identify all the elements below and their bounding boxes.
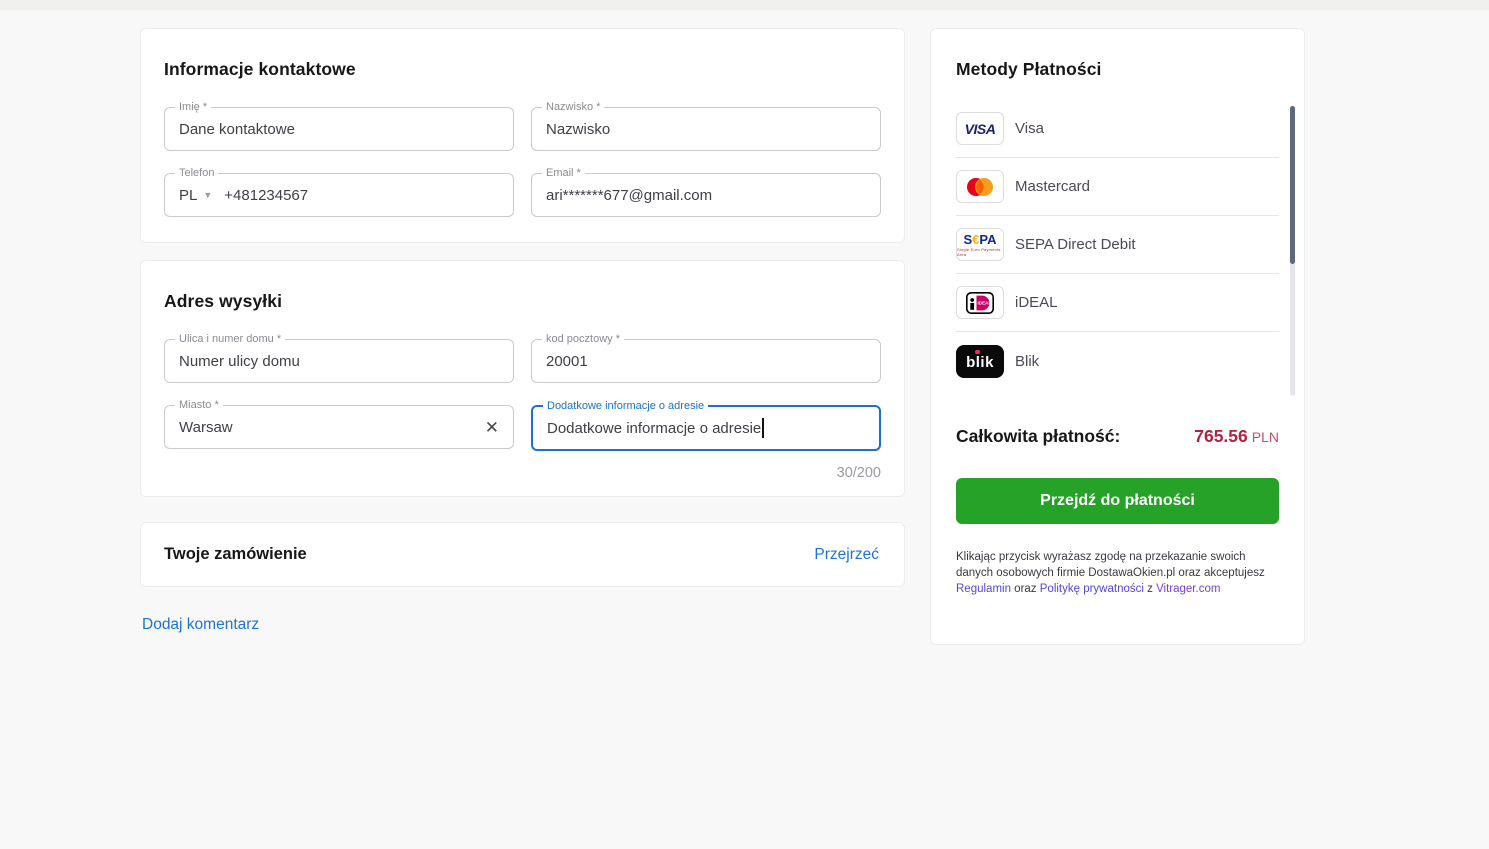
phone-value: +481234567 xyxy=(224,186,309,204)
city-value: Warsaw xyxy=(179,418,233,436)
visa-icon-text: VISA xyxy=(964,120,996,137)
payment-methods-list: VISA Visa Mastercard S€PA Single Euro Pa… xyxy=(956,100,1279,390)
payment-label: Mastercard xyxy=(1015,178,1091,195)
postal-code-field[interactable]: kod pocztowy * 20001 xyxy=(531,333,881,383)
payment-label: SEPA Direct Debit xyxy=(1015,236,1136,253)
blik-icon-text: blik xyxy=(966,354,994,371)
chevron-down-icon[interactable]: ▼ xyxy=(203,190,212,200)
scrollbar-thumb[interactable] xyxy=(1290,106,1295,264)
sepa-icon: S€PA Single Euro Payments Area xyxy=(956,228,1004,261)
first-name-label: Imię * xyxy=(175,101,212,113)
postal-code-value: 20001 xyxy=(546,352,588,370)
email-label: Email * xyxy=(542,167,585,179)
payment-row-visa[interactable]: VISA Visa xyxy=(956,100,1279,158)
payment-row-sepa[interactable]: S€PA Single Euro Payments Area SEPA Dire… xyxy=(956,216,1279,274)
blik-icon: blik xyxy=(956,344,1004,378)
scrollbar-track[interactable] xyxy=(1290,106,1295,396)
legal-part3: z xyxy=(1143,582,1157,595)
street-label: Ulica i numer domu * xyxy=(175,333,286,345)
text-cursor xyxy=(762,418,764,438)
city-label: Miasto * xyxy=(175,399,223,411)
legal-part2: oraz xyxy=(1010,582,1040,595)
terms-link[interactable]: Regulamin xyxy=(956,583,1011,595)
address-extra-value: Dodatkowe informacje o adresie xyxy=(547,419,762,437)
legal-part1: Klikając przycisk wyrażasz zgodę na prze… xyxy=(956,551,1265,579)
phone-country-select[interactable]: PL xyxy=(179,187,197,204)
clear-city-icon[interactable]: ✕ xyxy=(485,419,499,436)
phone-label: Telefon xyxy=(175,167,219,179)
email-field[interactable]: Email * ari*******677@gmail.com xyxy=(531,167,881,217)
last-name-label: Nazwisko * xyxy=(542,101,605,113)
address-extra-field[interactable]: Dodatkowe informacje o adresie Dodatkowe… xyxy=(531,400,881,451)
order-summary-card: Twoje zamówienie Przejrzeć xyxy=(140,522,905,587)
total-payment-row: Całkowita płatność: 765.56 PLN xyxy=(956,426,1279,447)
mastercard-icon xyxy=(956,170,1004,203)
legal-text: Klikając przycisk wyrażasz zgodę na prze… xyxy=(956,550,1268,598)
payment-card-title: Metody Płatności xyxy=(956,59,1102,79)
total-currency: PLN xyxy=(1251,429,1279,445)
address-fields-grid: Ulica i numer domu * Numer ulicy domu ko… xyxy=(164,333,881,451)
checkout-form-column: Informacje kontaktowe Imię * Dane kontak… xyxy=(140,28,905,634)
total-payment-value: 765.56 PLN xyxy=(1194,426,1279,447)
review-order-link[interactable]: Przejrzeć xyxy=(814,546,879,564)
order-card-title: Twoje zamówienie xyxy=(164,545,307,563)
privacy-policy-link[interactable]: Politykę prywatności xyxy=(1040,583,1144,595)
payment-row-mastercard[interactable]: Mastercard xyxy=(956,158,1279,216)
postal-code-label: kod pocztowy * xyxy=(542,333,624,345)
first-name-field[interactable]: Imię * Dane kontaktowe xyxy=(164,101,514,151)
last-name-field[interactable]: Nazwisko * Nazwisko xyxy=(531,101,881,151)
payment-methods-card: Metody Płatności VISA Visa Mastercard S€… xyxy=(930,28,1305,645)
address-card-title: Adres wysyłki xyxy=(164,291,283,311)
sepa-icon-subtext: Single Euro Payments Area xyxy=(957,246,1001,257)
payment-label: Visa xyxy=(1015,120,1044,137)
address-extra-label: Dodatkowe informacje o adresie xyxy=(543,400,709,412)
total-payment-label: Całkowita płatność: xyxy=(956,426,1121,446)
email-value: ari*******677@gmail.com xyxy=(546,186,713,204)
street-field[interactable]: Ulica i numer domu * Numer ulicy domu xyxy=(164,333,514,383)
shipping-address-card: Adres wysyłki Ulica i numer domu * Numer… xyxy=(140,260,905,497)
add-comment-link[interactable]: Dodaj komentarz xyxy=(142,616,259,634)
contact-info-card: Informacje kontaktowe Imię * Dane kontak… xyxy=(140,28,905,243)
svg-text:iDEAL: iDEAL xyxy=(978,300,992,305)
city-field[interactable]: Miasto * Warsaw ✕ xyxy=(164,399,514,449)
payment-label: iDEAL xyxy=(1015,294,1058,311)
page-top-strip xyxy=(0,0,1489,10)
counter-wrap: 30/200 xyxy=(164,451,881,481)
vitrager-link[interactable]: Vitrager.com xyxy=(1156,583,1220,595)
phone-field[interactable]: Telefon PL ▼ +481234567 xyxy=(164,167,514,217)
ideal-icon: iDEAL xyxy=(956,286,1004,319)
payment-row-ideal[interactable]: iDEAL iDEAL xyxy=(956,274,1279,332)
payment-row-blik[interactable]: blik Blik xyxy=(956,332,1279,390)
blik-icon-dot xyxy=(975,349,980,354)
first-name-value: Dane kontaktowe xyxy=(179,120,295,138)
payment-label: Blik xyxy=(1015,352,1040,370)
char-counter: 30/200 xyxy=(836,465,881,481)
visa-icon: VISA xyxy=(956,112,1004,145)
proceed-to-payment-button[interactable]: Przejdź do płatności xyxy=(956,478,1279,524)
sepa-icon-text: S€PA xyxy=(963,231,997,247)
total-amount: 765.56 xyxy=(1194,426,1248,446)
payment-column: Metody Płatności VISA Visa Mastercard S€… xyxy=(930,28,1305,645)
last-name-value: Nazwisko xyxy=(546,120,611,138)
contact-fields-grid: Imię * Dane kontaktowe Nazwisko * Nazwis… xyxy=(164,101,881,217)
contact-card-title: Informacje kontaktowe xyxy=(164,59,356,79)
street-value: Numer ulicy domu xyxy=(179,352,300,370)
